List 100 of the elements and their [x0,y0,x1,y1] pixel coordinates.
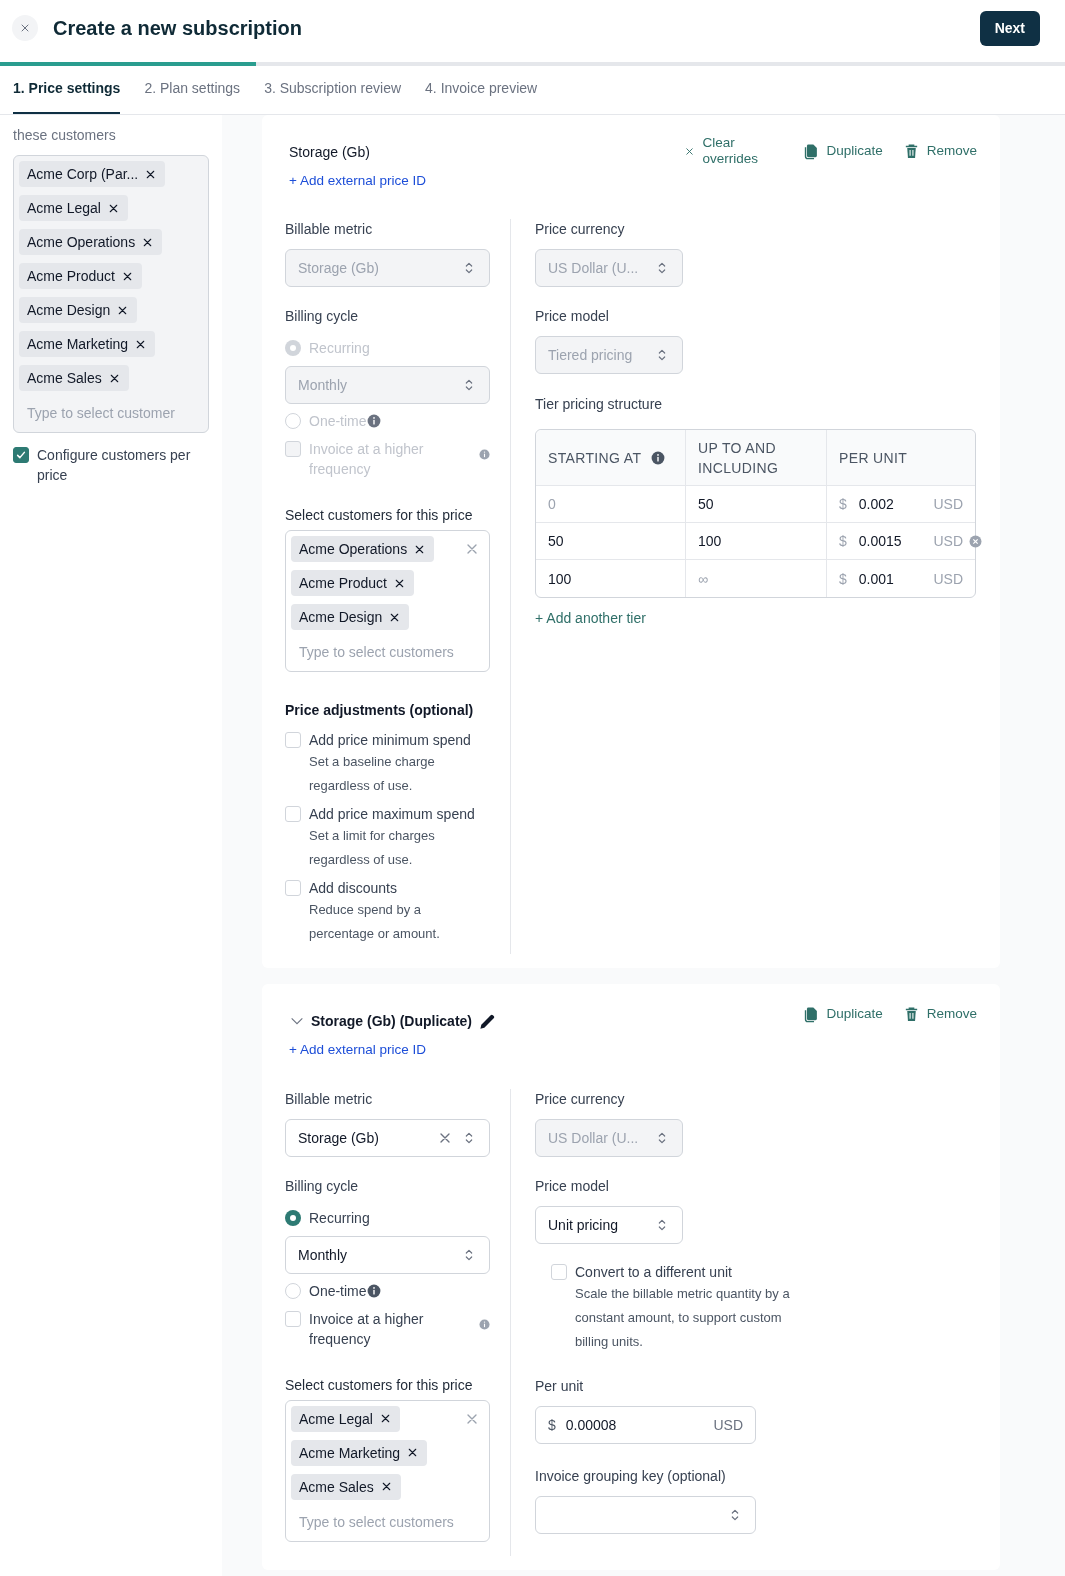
duplicate-button[interactable]: Duplicate [802,1004,883,1025]
next-button[interactable]: Next [979,10,1040,46]
check-icon [15,449,27,461]
add-price-id-link[interactable]: + Add external price ID [289,1040,497,1061]
unit-price-field[interactable]: $ 0.001 USD [826,560,975,598]
price-name: Storage (Gb) [289,143,370,162]
customer-tag[interactable]: Acme Corp (Par... [19,161,166,187]
currency-code: USD [713,1415,743,1435]
field-label: Select customers for this price [285,1375,474,1395]
period-dropdown[interactable]: Monthly [285,1235,490,1274]
radio-label: One-time [309,1281,367,1301]
radio-label: Recurring [309,339,370,359]
page-title: Create a new subscription [53,16,302,41]
customer-tag[interactable]: Acme Marketing [19,331,156,357]
column-header: PER UNIT [826,430,975,486]
customer-tag[interactable]: Acme Sales [19,365,129,391]
step-tab[interactable]: 1. Price settings [13,78,121,114]
customer-tag[interactable]: Acme Sales [291,1473,401,1500]
info-icon [479,1318,490,1330]
customer-select-field[interactable]: Acme Operations Acme Product Acme Design Type to select customers [285,530,490,673]
copy-icon [802,142,820,160]
currency-symbol: $ [839,495,847,515]
clear-button[interactable]: Clear overrides [684,135,783,167]
field-label: Per unit [535,1376,585,1396]
price-value: 0.00008 [565,1415,618,1435]
price-value: 0.001 [858,569,895,589]
customer-tag[interactable]: Acme Marketing [291,1439,428,1466]
checkbox-label: Add price minimum spend [309,731,471,751]
field-label: Select customers for this price [285,506,474,526]
description-text: Scale the billable metric quantity by a constant amount, to support custom billing units. [575,1284,791,1351]
info-icon [366,1283,381,1298]
add-tier-link[interactable]: + Add another tier [535,608,646,629]
field-label: Billing cycle [285,1176,360,1196]
column-header: UP TO AND INCLUDING [685,430,826,486]
field-label: Invoice grouping key (optional) [535,1466,727,1486]
customer-select-field[interactable]: Acme Legal Acme Marketing Acme Sales Type to select customers [285,1399,490,1542]
tier-start-field[interactable]: 100 [536,560,685,598]
customer-tag[interactable]: Acme Operations [291,536,435,563]
section-title: Price adjustments (optional) [285,701,475,721]
remove-button[interactable]: Remove [902,1004,977,1025]
unit-price-field[interactable]: $ 0.002 USD [826,486,975,523]
tier-start-field[interactable]: 50 [536,523,685,560]
checkbox[interactable] [13,447,29,463]
currency-code: USD [933,495,963,515]
field-label: Billable metric [285,1089,374,1109]
per-unit-field[interactable]: $ 0.00008 USD [535,1405,756,1444]
radio-button[interactable] [285,1282,301,1299]
close-icon [684,145,696,157]
checkbox-label: Invoice at a higher frequency [309,440,425,480]
tier-end-field[interactable]: 100 [685,523,826,560]
metric-dropdown[interactable]: Storage (Gb) [285,1118,490,1157]
column-header: STARTING AT [548,448,642,468]
price-model-dropdown[interactable]: Unit pricing [535,1205,683,1244]
description-text: Reduce spend by a percentage or amount. [309,901,441,944]
customer-select-field[interactable]: Acme Corp (Par... Acme Legal Acme Operations Acme Product Acme Design Acme Marketing Acme Sales Type to select customer [13,155,209,433]
tier-end-field[interactable]: 50 [685,486,826,523]
section-title: Tier pricing structure [535,395,664,415]
copy-icon [802,1005,820,1023]
checkbox-label: Convert to a different unit [575,1262,733,1282]
remove-button[interactable]: Remove [902,140,977,162]
radio-label: Recurring [309,1208,370,1228]
step-tab[interactable]: 4. Invoice preview [425,78,538,114]
currency-symbol: $ [548,1415,556,1435]
field-label: Price model [535,1176,610,1196]
customer-tag[interactable]: Acme Operations [19,229,163,255]
currency-symbol: $ [839,532,847,552]
close-icon [19,22,31,34]
field-label: Price currency [535,1089,626,1109]
price-value: 0.0015 [858,532,903,552]
customer-tag[interactable]: Acme Design [19,297,138,323]
checkbox-label: Add price maximum spend [309,805,475,825]
currency-symbol: $ [839,569,847,589]
duplicate-button[interactable]: Duplicate [802,140,883,162]
checkbox-label: Add discounts [309,879,398,899]
radio-label: One-time [309,412,367,432]
checkbox-label: Invoice at a higher frequency [309,1309,425,1349]
currency-code: USD [933,532,963,552]
description-text: Set a baseline charge regardless of use. [309,753,436,796]
customer-tag[interactable]: Acme Legal [291,1405,400,1432]
customer-tag[interactable]: Acme Design [291,604,410,631]
info-icon [366,414,381,429]
price-name: Storage (Gb) (Duplicate) [311,1012,472,1032]
price-value: 0.002 [858,495,895,515]
customer-tag[interactable]: Acme Product [19,263,142,289]
helper-text: these customers [13,126,117,145]
field-label: Price currency [535,220,626,240]
field-label: Billable metric [285,220,374,240]
customer-tag[interactable]: Acme Legal [19,195,128,221]
description-text: Set a limit for charges regardless of use. [309,827,436,870]
field-label: Billing cycle [285,307,360,327]
radio-button[interactable] [285,1209,301,1226]
field-label: Price model [535,307,610,327]
info-icon [479,449,490,461]
info-icon [651,450,666,465]
currency-code: USD [933,569,963,589]
step-tab[interactable]: 3. Subscription review [264,78,402,114]
step-tab[interactable]: 2. Plan settings [144,78,241,114]
customer-tag[interactable]: Acme Product [291,570,414,597]
checkbox-label: Configure customers per price [37,446,192,485]
add-price-id-link[interactable]: + Add external price ID [289,171,426,192]
